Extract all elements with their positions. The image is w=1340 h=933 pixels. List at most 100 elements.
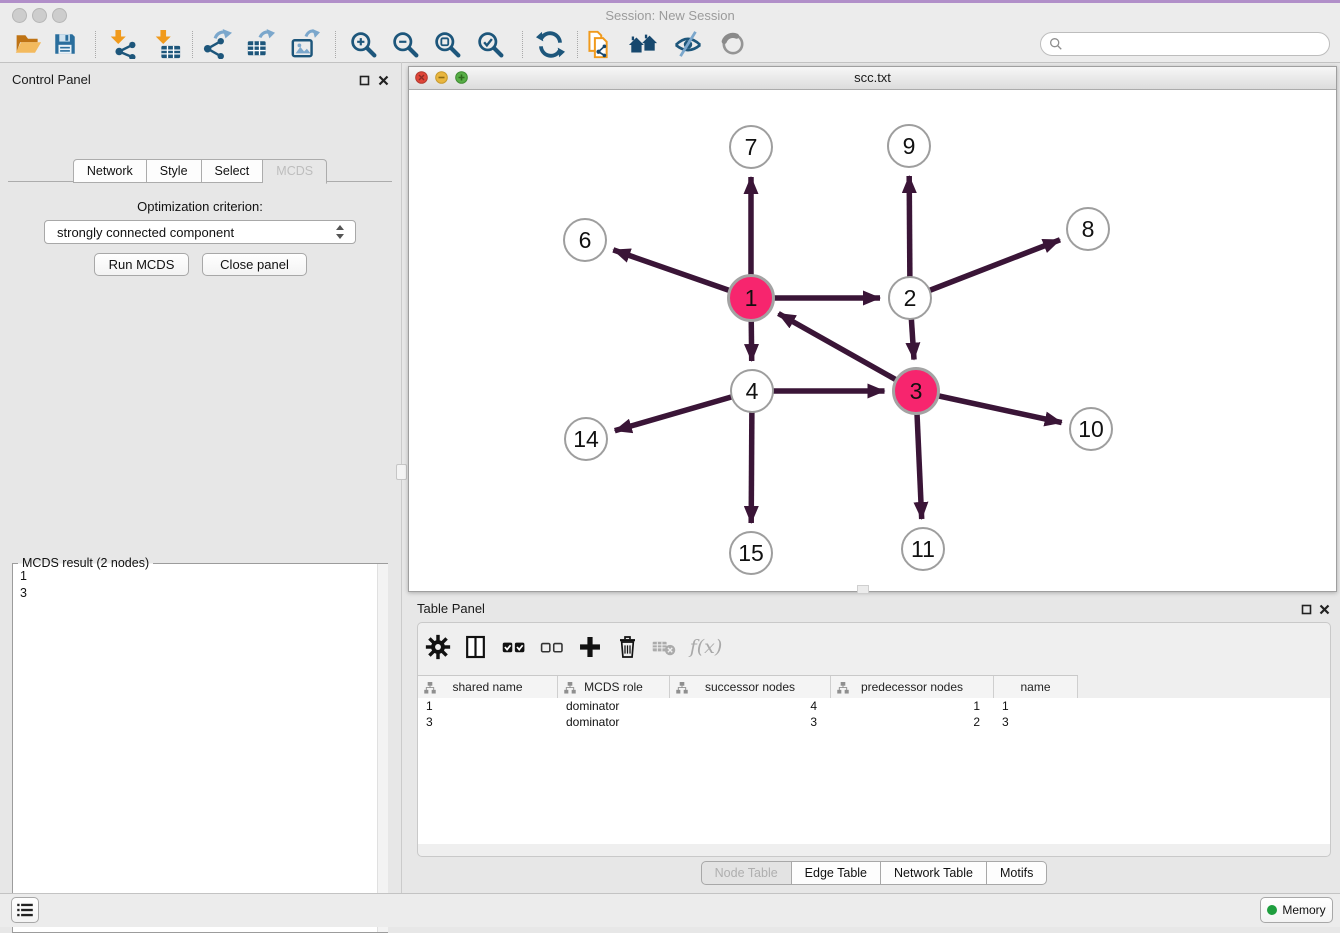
select-all-rows-icon[interactable]	[500, 633, 528, 661]
column-header-name[interactable]: name	[994, 676, 1078, 698]
memory-label: Memory	[1282, 903, 1325, 917]
zoom-out-icon[interactable]	[390, 29, 420, 59]
export-network-icon[interactable]	[202, 29, 232, 59]
close-panel-button[interactable]: Close panel	[202, 253, 307, 276]
network-window-grip[interactable]	[857, 585, 869, 594]
run-mcds-button[interactable]: Run MCDS	[94, 253, 189, 276]
search-input[interactable]	[1040, 32, 1330, 56]
cell-successor-nodes[interactable]: 4	[670, 698, 831, 714]
cell-name[interactable]: 1	[994, 698, 1078, 714]
import-network-icon[interactable]	[107, 29, 137, 59]
zoom-selected-icon[interactable]	[475, 29, 505, 59]
node-10[interactable]: 10	[1070, 408, 1112, 450]
main-toolbar	[0, 28, 1340, 63]
cell-predecessor-nodes[interactable]: 2	[831, 714, 994, 730]
control-panel-title: Control Panel	[12, 72, 91, 87]
tab-node-table[interactable]: Node Table	[701, 861, 792, 885]
column-header-shared-name[interactable]: shared name	[418, 676, 558, 698]
tab-mcds[interactable]: MCDS	[263, 159, 327, 184]
minimize-window-button[interactable]	[32, 8, 47, 23]
refresh-layout-icon[interactable]	[535, 29, 565, 59]
network-canvas[interactable]: 1 2 3 4 6 7 8 9 10 11 14 15	[409, 89, 1336, 589]
task-history-button[interactable]	[11, 897, 39, 923]
cell-name[interactable]: 3	[994, 714, 1078, 730]
close-panel-icon[interactable]	[378, 73, 389, 91]
node-3[interactable]: 3	[894, 369, 939, 414]
node-8[interactable]: 8	[1067, 208, 1109, 250]
show-all-icon[interactable]	[718, 29, 748, 59]
window-title: Session: New Session	[0, 3, 1340, 28]
hide-selected-icon[interactable]	[673, 29, 703, 59]
edge-2-8[interactable]	[910, 240, 1060, 298]
column-header-mcds-role[interactable]: MCDS role	[558, 676, 670, 698]
node-11[interactable]: 11	[902, 528, 944, 570]
table-row-2[interactable]: 3dominator323	[418, 714, 1330, 730]
mcds-result-lines: 13	[20, 568, 27, 602]
cell-shared-name[interactable]: 1	[418, 698, 558, 714]
column-header-predecessor-nodes[interactable]: predecessor nodes	[831, 676, 994, 698]
add-column-icon[interactable]	[576, 633, 604, 661]
apply-function-icon: f(x)	[688, 633, 724, 661]
maximize-network-button[interactable]	[455, 71, 468, 89]
mcds-result-box[interactable]	[12, 563, 388, 933]
close-window-button[interactable]	[12, 8, 27, 23]
splitter-grip[interactable]	[396, 464, 407, 480]
export-image-icon[interactable]	[290, 29, 320, 59]
float-panel-icon[interactable]	[359, 73, 370, 91]
node-15[interactable]: 15	[730, 532, 772, 574]
delete-columns-icon[interactable]	[613, 633, 641, 661]
optimization-dropdown[interactable]: strongly connected component	[44, 220, 356, 244]
clone-network-icon[interactable]	[583, 29, 613, 59]
list-icon	[17, 903, 33, 917]
open-session-icon[interactable]	[13, 29, 43, 59]
toolbar-separator	[192, 31, 193, 58]
minimize-network-button[interactable]	[435, 71, 448, 89]
table-body: 1dominator4113dominator323	[418, 698, 1330, 844]
close-network-button[interactable]	[415, 71, 428, 89]
cell-shared-name[interactable]: 3	[418, 714, 558, 730]
cell-mcds-role[interactable]: dominator	[558, 698, 670, 714]
svg-text:11: 11	[911, 536, 935, 562]
svg-text:9: 9	[903, 133, 916, 159]
node-1[interactable]: 1	[729, 276, 774, 321]
tab-edge-table[interactable]: Edge Table	[792, 861, 881, 885]
save-session-icon[interactable]	[50, 29, 80, 59]
svg-text:3: 3	[910, 378, 923, 404]
cell-successor-nodes[interactable]: 3	[670, 714, 831, 730]
cell-predecessor-nodes[interactable]: 1	[831, 698, 994, 714]
deselect-all-rows-icon[interactable]	[538, 633, 566, 661]
svg-text:10: 10	[1078, 416, 1104, 442]
cell-mcds-role[interactable]: dominator	[558, 714, 670, 730]
float-table-panel-icon[interactable]	[1301, 602, 1312, 620]
first-neighbors-icon[interactable]	[628, 29, 658, 59]
import-table-icon[interactable]	[152, 29, 182, 59]
result-scrollbar[interactable]	[377, 564, 388, 932]
table-row-1[interactable]: 1dominator411	[418, 698, 1330, 714]
svg-text:15: 15	[738, 540, 764, 566]
tab-network[interactable]: Network	[73, 159, 147, 183]
svg-text:1: 1	[745, 285, 758, 311]
column-label: name	[994, 680, 1077, 694]
export-table-icon[interactable]	[245, 29, 275, 59]
column-grip-icon	[837, 681, 849, 699]
node-9[interactable]: 9	[888, 125, 930, 167]
column-header-successor-nodes[interactable]: successor nodes	[670, 676, 831, 698]
zoom-in-icon[interactable]	[348, 29, 378, 59]
close-table-panel-icon[interactable]	[1319, 602, 1330, 620]
node-4[interactable]: 4	[731, 370, 773, 412]
node-6[interactable]: 6	[564, 219, 606, 261]
memory-button[interactable]: Memory	[1260, 897, 1333, 923]
node-7[interactable]: 7	[730, 126, 772, 168]
tab-style[interactable]: Style	[147, 159, 202, 183]
table-panel-title: Table Panel	[417, 601, 485, 616]
svg-text:14: 14	[573, 426, 599, 452]
tab-select[interactable]: Select	[202, 159, 264, 183]
tab-network-table[interactable]: Network Table	[881, 861, 987, 885]
table-settings-icon[interactable]	[424, 633, 452, 661]
node-2[interactable]: 2	[889, 277, 931, 319]
node-14[interactable]: 14	[565, 418, 607, 460]
zoom-window-button[interactable]	[52, 8, 67, 23]
zoom-fit-icon[interactable]	[432, 29, 462, 59]
tab-motifs[interactable]: Motifs	[987, 861, 1047, 885]
show-columns-icon[interactable]	[461, 633, 489, 661]
